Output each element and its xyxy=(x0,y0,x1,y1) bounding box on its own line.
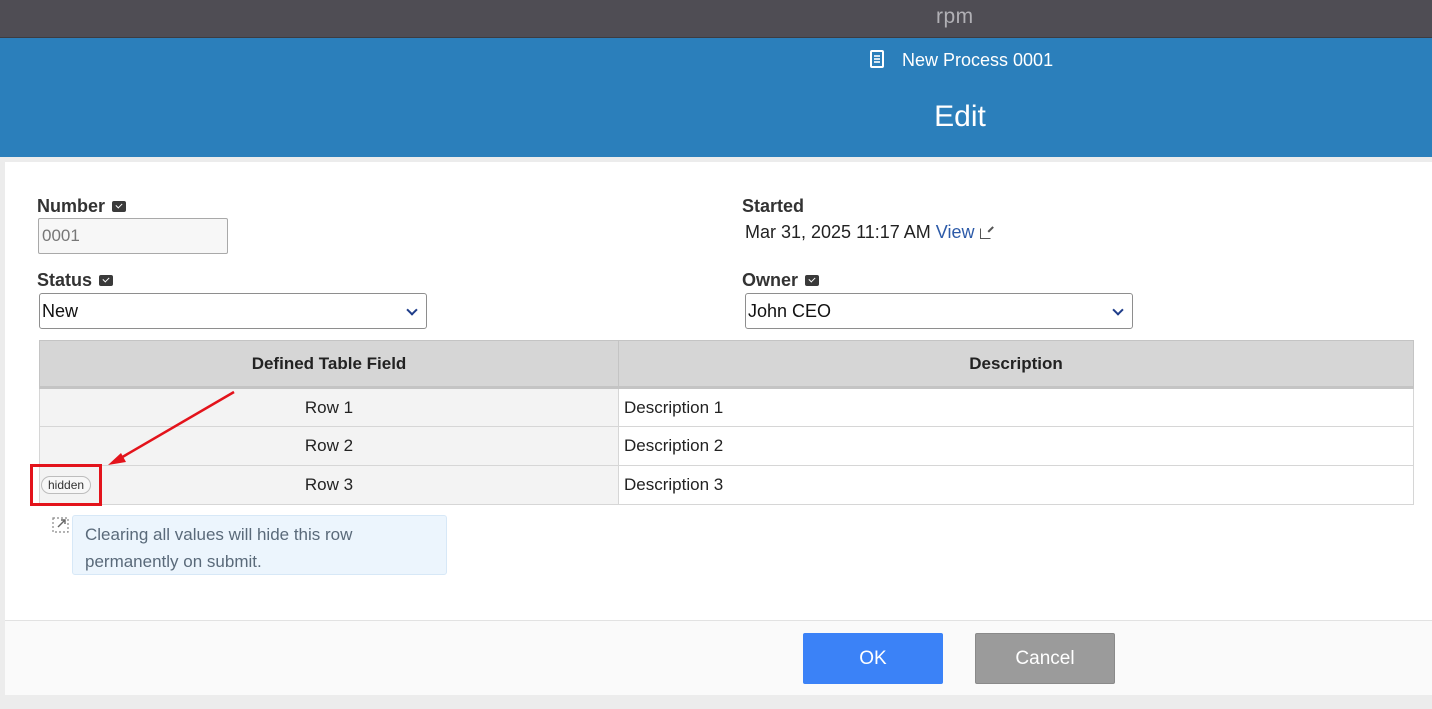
document-icon xyxy=(870,50,884,68)
owner-selected-value: John CEO xyxy=(748,300,832,321)
table-cell-description[interactable]: Description 2 xyxy=(618,426,1414,466)
row3-field-text: Row 3 xyxy=(304,475,354,494)
checkbox-icon xyxy=(99,275,114,286)
form-footer: OK Cancel xyxy=(5,620,1432,695)
status-selected-value: New xyxy=(42,300,79,321)
table-cell-description[interactable]: Description 1 xyxy=(618,387,1414,427)
brand-logo: rpm xyxy=(936,5,974,28)
table-row: hidden Row 3 Description 3 xyxy=(39,465,1414,505)
started-value: Mar 31, 2025 11:17 AM xyxy=(745,222,931,242)
table-cell-field-row3[interactable]: hidden Row 3 xyxy=(39,465,619,505)
view-link[interactable]: View xyxy=(936,222,975,243)
table-row: Row 2 Description 2 xyxy=(39,426,1414,466)
table-header-row: Defined Table Field Description xyxy=(39,340,1414,389)
ok-button[interactable]: OK xyxy=(803,633,943,684)
started-value-row: Mar 31, 2025 11:17 AM View xyxy=(745,222,991,243)
external-link-icon[interactable] xyxy=(979,228,991,239)
mode-title: Edit xyxy=(934,100,986,133)
number-label-text: Number xyxy=(37,196,106,216)
number-label: Number xyxy=(37,196,127,217)
table-cell-field[interactable]: Row 2 xyxy=(39,426,619,466)
form-header: New Process 0001 Edit xyxy=(0,38,1432,157)
column-header-field: Defined Table Field xyxy=(39,340,619,389)
number-field[interactable] xyxy=(38,218,228,254)
table-row: Row 1 Description 1 xyxy=(39,387,1414,427)
process-title-row: New Process 0001 xyxy=(868,48,1053,72)
table-cell-description[interactable]: Description 3 xyxy=(618,465,1414,505)
annotation-highlight-box xyxy=(30,464,102,506)
checkbox-icon xyxy=(805,275,820,286)
resize-icon xyxy=(52,517,69,533)
owner-label: Owner xyxy=(742,270,820,291)
started-label: Started xyxy=(742,196,805,216)
owner-label-text: Owner xyxy=(742,270,799,290)
chevron-down-icon xyxy=(1112,304,1124,316)
checkbox-icon xyxy=(112,201,127,212)
chevron-down-icon xyxy=(406,304,418,316)
owner-select[interactable]: John CEO xyxy=(745,293,1133,329)
status-label: Status xyxy=(37,270,114,291)
table-cell-field[interactable]: Row 1 xyxy=(39,387,619,427)
cancel-button[interactable]: Cancel xyxy=(975,633,1115,684)
defined-table: Defined Table Field Description Row 1 De… xyxy=(39,340,1414,505)
column-header-description: Description xyxy=(618,340,1414,389)
tooltip-message: Clearing all values will hide this row p… xyxy=(72,515,447,575)
status-label-text: Status xyxy=(37,270,93,290)
top-bar: rpm xyxy=(0,0,1432,38)
status-select[interactable]: New xyxy=(39,293,427,329)
process-title: New Process 0001 xyxy=(902,49,1054,70)
form-panel: Number Started Mar 31, 2025 11:17 AM Vie… xyxy=(5,162,1432,620)
